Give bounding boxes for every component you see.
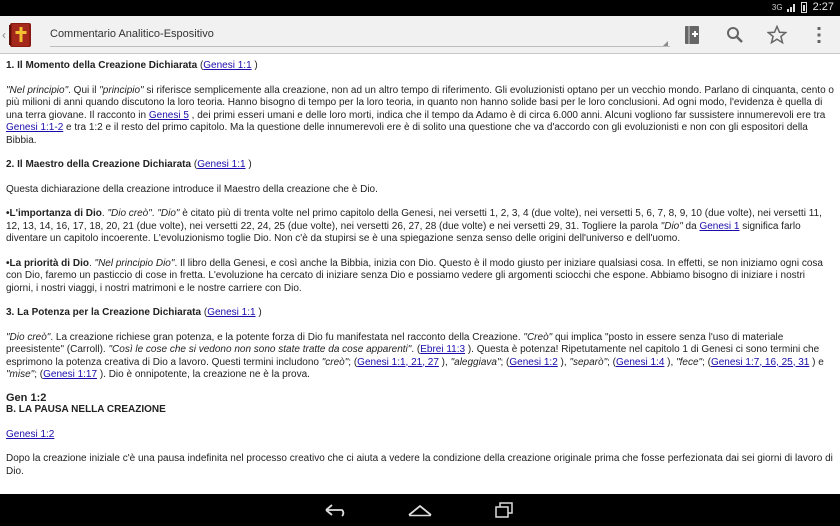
bookmark-add-icon[interactable]: [681, 23, 705, 47]
ref-link[interactable]: Genesi 1:1: [203, 60, 251, 71]
dropdown-indicator-icon: [663, 41, 668, 46]
ref-link[interactable]: Genesi 1:1: [197, 159, 245, 170]
overflow-menu-icon[interactable]: [807, 23, 831, 47]
status-bar: 3G 2:27: [0, 0, 840, 16]
bible-book-icon[interactable]: [7, 21, 35, 49]
network-type: 3G: [771, 2, 783, 12]
paragraph: •La priorità di Dio. "Nel principio Dio"…: [6, 257, 823, 294]
ref-link[interactable]: Genesi 1:2: [509, 357, 557, 368]
recent-apps-icon[interactable]: [490, 500, 518, 520]
action-bar: ‹ Commentario Analitico-Espositivo: [0, 16, 840, 54]
star-icon[interactable]: [765, 23, 789, 47]
commentary-content[interactable]: 1. Il Momento della Creazione Dichiarata…: [0, 54, 840, 494]
commentary-title: Commentario Analitico-Espositivo: [50, 28, 214, 40]
back-icon[interactable]: [322, 500, 350, 520]
ref-link[interactable]: Genesi 1: [699, 221, 739, 232]
search-icon[interactable]: [723, 23, 747, 47]
paragraph: •L'importanza di Dio. "Dio creò". "Dio" …: [6, 208, 822, 244]
section-heading-3: 3. La Potenza per la Creazione Dichiarat…: [6, 307, 262, 318]
section-heading-2: 2. Il Maestro della Creazione Dichiarata…: [6, 159, 252, 170]
signal-icon: [786, 2, 797, 12]
paragraph: Dopo la creazione iniziale c'è una pausa…: [6, 453, 833, 477]
up-navigation-icon[interactable]: ‹: [2, 28, 6, 42]
ref-link[interactable]: Genesi 1:1, 21, 27: [357, 357, 439, 368]
ref-link[interactable]: Genesi 1:1: [207, 307, 255, 318]
clock: 2:27: [812, 1, 834, 13]
battery-icon: [800, 1, 807, 13]
ref-link[interactable]: Genesi 1:2: [6, 429, 54, 440]
ref-link[interactable]: Ebrei 11:3: [420, 344, 465, 355]
paragraph: "Nel principio". Qui il "principio" si r…: [6, 84, 834, 146]
ref-link[interactable]: Genesi 1:17: [43, 369, 97, 380]
ref-link[interactable]: Genesi 1:1-2: [6, 122, 63, 133]
status-icons: 3G 2:27: [772, 1, 834, 13]
system-navigation-bar: [0, 494, 840, 526]
section-title: B. LA PAUSA NELLA CREAZIONE: [6, 404, 166, 415]
section-heading-1: 1. Il Momento della Creazione Dichiarata…: [6, 60, 258, 71]
ref-link[interactable]: Genesi 1:4: [616, 357, 664, 368]
ref-link[interactable]: Genesi 1:7, 16, 25, 31: [711, 357, 809, 368]
book-selector-dropdown[interactable]: Commentario Analitico-Espositivo: [50, 16, 670, 53]
verse-heading: Gen 1:2: [6, 391, 47, 404]
ref-link[interactable]: Genesi 5: [149, 110, 189, 121]
paragraph: "Dio creò". La creazione richiese gran p…: [6, 331, 824, 381]
home-icon[interactable]: [406, 500, 434, 520]
ref-paragraph: Genesi 1:2: [6, 429, 834, 442]
paragraph: Questa dichiarazione della creazione int…: [6, 183, 378, 195]
